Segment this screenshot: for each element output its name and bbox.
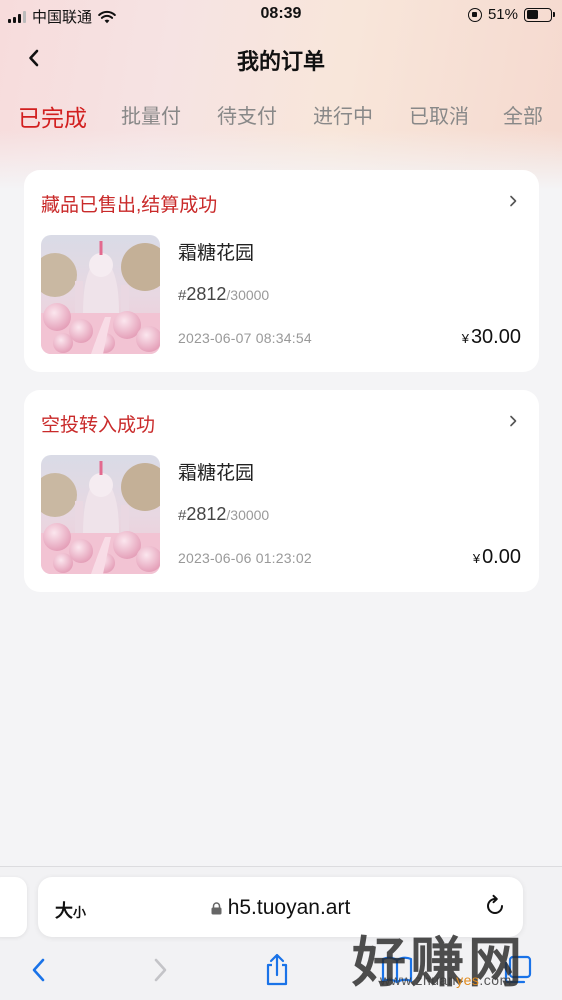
serial-value: 2812 — [186, 504, 227, 524]
reload-icon[interactable] — [483, 894, 507, 918]
order-time: 2023-06-07 08:34:54 — [178, 330, 312, 346]
tab-cancelled[interactable]: 已取消 — [409, 100, 469, 129]
price-value: 0.00 — [482, 546, 521, 568]
serial-total: /30000 — [226, 507, 270, 523]
serial-total: /30000 — [226, 287, 270, 303]
tab-in-progress[interactable]: 进行中 — [313, 100, 373, 129]
product-name: 霜糖花园 — [178, 463, 255, 484]
watermark-domain-highlight: yes — [456, 972, 480, 988]
watermark-domain-suffix: .com — [479, 972, 512, 988]
chevron-left-icon — [32, 958, 45, 982]
chevron-right-icon — [510, 195, 517, 207]
currency-symbol: ¥ — [461, 331, 469, 346]
serial-number: #2812/30000 — [178, 284, 269, 305]
order-card[interactable]: 藏品已售出,结算成功 霜糖花园 #2812/30000 2023-06-07 0… — [24, 170, 539, 372]
order-price: ¥30.00 — [462, 326, 521, 349]
battery-percent: 51% — [487, 6, 518, 23]
url-display[interactable]: h5.tuoyan.art — [38, 896, 523, 920]
chevron-right-icon — [510, 415, 517, 427]
orientation-lock-icon — [467, 7, 482, 22]
tab-completed[interactable]: 已完成 — [18, 99, 87, 133]
previous-tab-peek[interactable] — [0, 877, 27, 937]
site-watermark: 好赚网 www.zhuanyes.com — [352, 918, 557, 1000]
url-text: h5.tuoyan.art — [227, 896, 351, 919]
status-bar: 中国联通 08:39 51% — [0, 0, 562, 30]
order-status: 空投转入成功 — [41, 415, 156, 436]
status-bar-right: 51% — [467, 6, 555, 23]
product-thumbnail — [41, 235, 160, 354]
order-card[interactable]: 空投转入成功 霜糖花园 #2812/30000 2023-06-06 01:23… — [24, 390, 539, 592]
watermark-domain: www.zhuanyes.com — [380, 972, 512, 988]
tab-all[interactable]: 全部 — [503, 100, 543, 129]
browser-forward-button[interactable] — [143, 950, 177, 990]
browser-back-button[interactable] — [22, 950, 56, 990]
tab-batch-pay[interactable]: 批量付 — [121, 100, 181, 129]
serial-number: #2812/30000 — [178, 504, 269, 525]
chevron-right-icon — [154, 958, 167, 982]
page-title: 我的订单 — [236, 49, 325, 74]
product-thumbnail — [41, 455, 160, 574]
order-status: 藏品已售出,结算成功 — [41, 195, 218, 216]
battery-level-fill — [526, 10, 539, 19]
tab-pending-payment[interactable]: 待支付 — [217, 100, 277, 129]
share-icon — [266, 953, 288, 986]
order-time: 2023-06-06 01:23:02 — [178, 550, 312, 566]
navigation-bar: 我的订单 — [0, 36, 562, 80]
share-button[interactable] — [260, 950, 294, 990]
currency-symbol: ¥ — [472, 551, 481, 566]
lock-icon — [211, 902, 222, 915]
serial-value: 2812 — [186, 284, 227, 304]
price-value: 30.00 — [470, 326, 521, 348]
battery-icon — [524, 7, 555, 22]
order-price: ¥0.00 — [473, 546, 521, 569]
watermark-domain-prefix: www.zhuan — [380, 972, 457, 988]
order-status-tabs: 已完成 批量付 待支付 进行中 已取消 全部 — [0, 100, 562, 134]
product-name: 霜糖花园 — [178, 243, 255, 264]
